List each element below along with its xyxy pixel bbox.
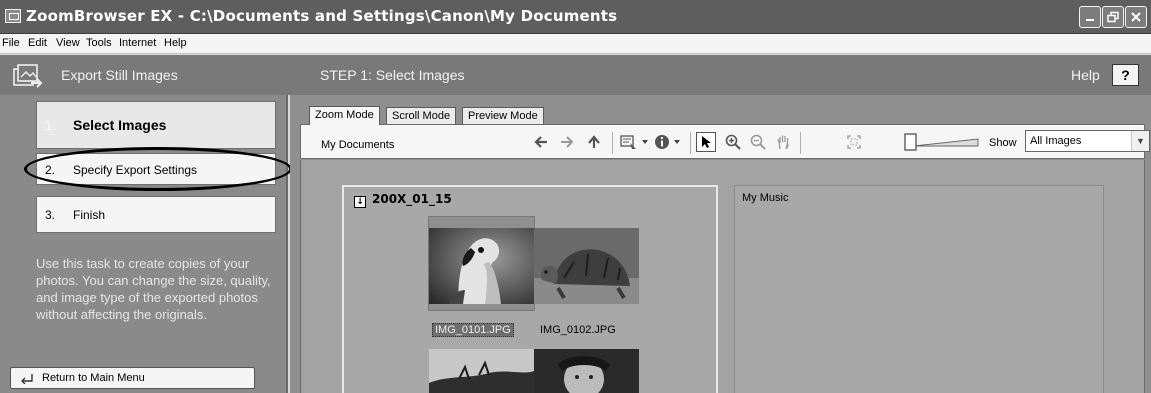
folder-header[interactable]: ↓ 200X_01_15	[354, 192, 452, 208]
hand-icon[interactable]	[774, 132, 794, 152]
zoombrowser-window: ZoomBrowser EX - C:\Documents and Settin…	[0, 0, 1151, 393]
select-images-icon[interactable]	[619, 132, 651, 152]
restore-button[interactable]	[1102, 6, 1124, 28]
menu-bar: File Edit View Tools Internet Help	[0, 34, 1151, 54]
close-button[interactable]	[1125, 6, 1147, 28]
window-title: ZoomBrowser EX - C:\Documents and Settin…	[26, 7, 618, 25]
tab-preview-mode[interactable]: Preview Mode	[462, 107, 544, 125]
menu-view[interactable]: View	[56, 37, 80, 49]
task-title: Export Still Images	[61, 67, 178, 83]
return-to-main-menu-button[interactable]: Return to Main Menu	[10, 367, 255, 389]
breadcrumb: My Documents	[321, 139, 395, 151]
menu-edit[interactable]: Edit	[28, 37, 47, 49]
menu-help[interactable]: Help	[164, 37, 187, 49]
thumbnail-img-0101[interactable]	[429, 228, 534, 304]
image-filename: IMG_0101.JPG	[432, 323, 514, 337]
tab-zoom-mode[interactable]: Zoom Mode	[309, 106, 380, 125]
folder-group: ↓ 200X_01_15 IMG_0101.JPG IMG_0102.JPG	[342, 185, 718, 393]
return-label: Return to Main Menu	[42, 372, 145, 384]
collapse-icon[interactable]: ↓	[354, 196, 366, 208]
tab-scroll-mode[interactable]: Scroll Mode	[386, 107, 457, 125]
info-icon[interactable]	[653, 132, 685, 152]
return-arrow-icon	[21, 374, 33, 384]
up-folder-icon[interactable]	[584, 132, 604, 152]
step-label: Finish	[73, 208, 106, 222]
task-steps-pane: 1. Select Images 2. Specify Export Setti…	[0, 95, 288, 393]
forward-arrow-icon[interactable]	[557, 132, 577, 152]
zoom-in-icon[interactable]	[723, 132, 743, 152]
step-title: STEP 1: Select Images	[320, 67, 465, 83]
minimize-icon	[1086, 19, 1094, 21]
close-icon	[1131, 12, 1141, 22]
task-description: Use this task to create copies of your p…	[36, 256, 271, 322]
menu-file[interactable]: File	[2, 37, 20, 49]
task-header: Export Still Images STEP 1: Select Image…	[0, 55, 1151, 95]
back-arrow-icon[interactable]	[531, 132, 551, 152]
step-number: 1.	[45, 118, 56, 133]
folder-name: 200X_01_15	[372, 192, 452, 206]
folder-name[interactable]: My Music	[742, 192, 788, 204]
step-label: Select Images	[73, 117, 167, 133]
folder-group: My Music	[734, 185, 1104, 393]
title-bar: ZoomBrowser EX - C:\Documents and Settin…	[0, 0, 1151, 34]
menu-internet[interactable]: Internet	[119, 37, 156, 49]
thumbnail-image[interactable]	[429, 349, 534, 393]
step-finish[interactable]: 3. Finish	[36, 196, 276, 233]
chevron-down-icon[interactable]: ▼	[1131, 131, 1149, 151]
zoom-out-icon[interactable]	[748, 132, 768, 152]
show-filter-label: Show	[989, 137, 1017, 149]
thumbnail-image[interactable]	[534, 349, 639, 393]
menu-tools[interactable]: Tools	[86, 37, 112, 49]
help-button[interactable]: ?	[1112, 64, 1139, 86]
toolbar-separator	[800, 132, 801, 154]
minimize-button[interactable]	[1079, 6, 1101, 28]
show-filter-value: All Images	[1030, 135, 1082, 147]
restore-icon	[1107, 11, 1119, 23]
step-select-images[interactable]: 1. Select Images	[36, 101, 276, 149]
fit-icon[interactable]	[844, 132, 864, 152]
zoom-slider[interactable]	[904, 133, 980, 151]
pointer-icon[interactable]	[696, 132, 716, 152]
help-label[interactable]: Help	[1071, 67, 1100, 83]
show-filter-select[interactable]: All Images ▼	[1025, 130, 1150, 152]
toolbar-separator	[690, 132, 691, 154]
toolbar-separator	[612, 132, 613, 154]
browser-toolbar: My Documents Show All Images ▼	[300, 124, 1150, 159]
export-images-icon	[13, 64, 43, 88]
app-icon	[5, 9, 21, 23]
highlight-oval	[24, 147, 292, 191]
image-filename: IMG_0102.JPG	[540, 324, 616, 336]
step-number: 3.	[45, 208, 56, 222]
thumbnail-img-0102[interactable]	[534, 228, 639, 304]
